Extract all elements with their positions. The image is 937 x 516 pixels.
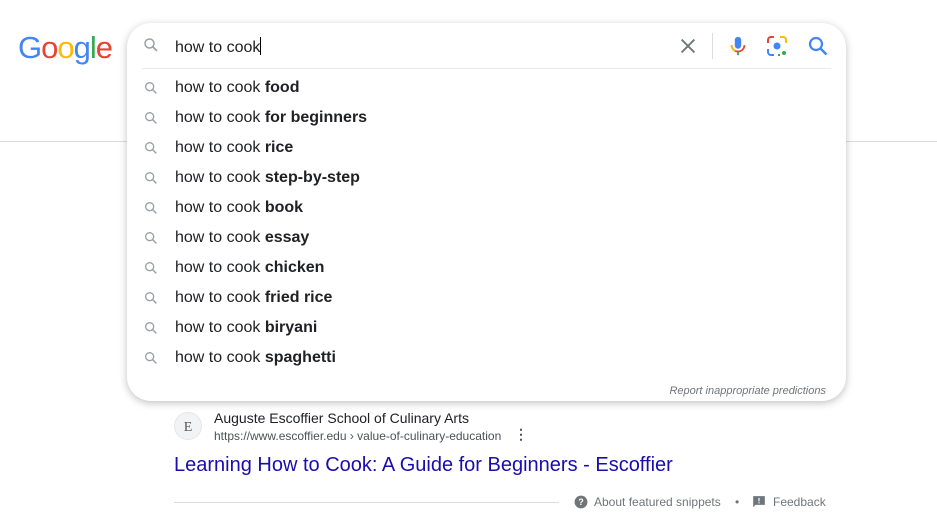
suggestion-text: how to cook spaghetti [175,349,336,366]
more-options-icon[interactable]: ⋮ [514,426,528,443]
separator-dot: • [735,495,740,509]
suggestion-text: how to cook for beginners [175,109,368,126]
about-snippets-link[interactable]: ? About featured snippets [574,495,721,509]
microphone-icon[interactable] [727,34,749,63]
suggestion-text: how to cook rice [175,139,294,156]
suggestion-item[interactable]: how to cook food [127,73,846,103]
search-icon [143,140,159,161]
feedback-icon [753,496,765,508]
suggestion-item[interactable]: how to cook chicken [127,253,846,283]
suggestion-text: how to cook step-by-step [175,169,360,186]
clear-icon[interactable] [677,35,699,62]
google-lens-icon[interactable] [765,34,789,63]
search-icon [143,200,159,221]
report-predictions-link[interactable]: Report inappropriate predictions [669,385,826,397]
feedback-link[interactable]: Feedback [752,495,826,509]
search-icon [142,36,160,59]
search-autocomplete: how to cook how to cook food how to cook … [127,23,846,401]
suggestion-item[interactable]: how to cook step-by-step [127,163,846,193]
google-logo[interactable]: Google [18,30,113,66]
suggestion-list: how to cook food how to cook for beginner… [127,73,846,373]
site-url[interactable]: https://www.escoffier.edu › value-of-cul… [214,429,501,443]
suggestion-item[interactable]: how to cook book [127,193,846,223]
suggestion-item[interactable]: how to cook essay [127,223,846,253]
suggestion-text: how to cook book [175,199,304,216]
search-icon [143,260,159,281]
suggestion-text: how to cook biryani [175,319,318,336]
suggestion-item[interactable]: how to cook fried rice [127,283,846,313]
help-icon: ? [574,495,588,509]
search-icon [143,110,159,131]
divider [174,502,559,503]
suggestion-item[interactable]: how to cook spaghetti [127,343,846,373]
search-icon [143,80,159,101]
search-bar[interactable]: how to cook [127,23,846,69]
suggestion-text: how to cook essay [175,229,310,246]
search-button-icon[interactable] [806,34,830,63]
suggestion-text: how to cook fried rice [175,289,333,306]
suggestion-item[interactable]: how to cook for beginners [127,103,846,133]
search-icon [143,230,159,251]
suggestion-item[interactable]: how to cook biryani [127,313,846,343]
suggestion-item[interactable]: how to cook rice [127,133,846,163]
site-favicon: E [174,412,202,440]
search-input[interactable]: how to cook [175,37,262,57]
suggestion-text: how to cook chicken [175,259,325,276]
divider [142,68,831,69]
search-icon [143,320,159,341]
search-icon [143,350,159,371]
suggestion-text: how to cook food [175,79,300,96]
site-name[interactable]: Auguste Escoffier School of Culinary Art… [214,410,469,426]
search-icon [143,290,159,311]
separator [712,33,713,59]
result-title-link[interactable]: Learning How to Cook: A Guide for Beginn… [174,454,673,477]
search-icon [143,170,159,191]
svg-text:?: ? [578,497,583,507]
